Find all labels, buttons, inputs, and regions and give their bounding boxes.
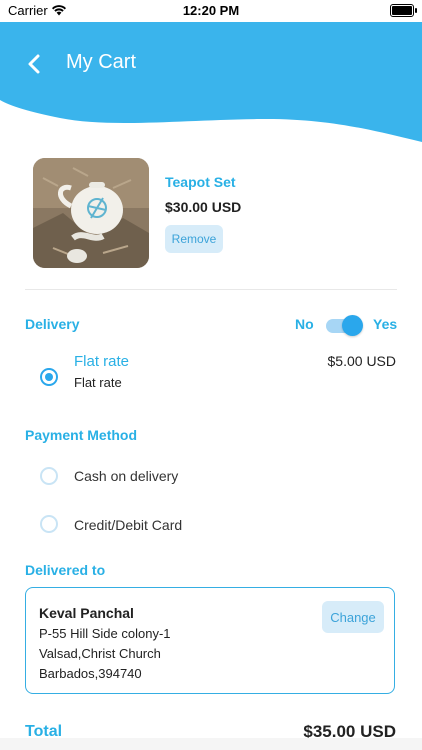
product-price: $30.00 USD <box>165 199 242 215</box>
recipient-name: Keval Panchal <box>39 605 134 621</box>
page-title: My Cart <box>66 51 136 73</box>
address-card: Keval Panchal P-55 Hill Side colony-1 Va… <box>25 587 395 694</box>
battery-icon <box>390 4 417 17</box>
clock: 12:20 PM <box>182 3 240 18</box>
flat-rate-title[interactable]: Flat rate <box>74 353 129 370</box>
address-line: P-55 Hill Side colony-1 <box>39 626 171 641</box>
cash-on-delivery-radio[interactable] <box>40 467 58 485</box>
header-wave-background <box>0 22 422 142</box>
toggle-yes-label: Yes <box>373 316 398 332</box>
credit-card-radio[interactable] <box>40 515 58 533</box>
toggle-no-label: No <box>295 316 314 332</box>
delivered-to-label: Delivered to <box>25 562 106 578</box>
divider <box>25 289 397 290</box>
cart-item: Teapot Set $30.00 USD Remove <box>33 158 397 270</box>
delivery-label: Delivery <box>25 316 80 332</box>
flat-rate-price: $5.00 USD <box>327 353 396 369</box>
remove-button[interactable]: Remove <box>165 225 223 253</box>
cash-on-delivery-label[interactable]: Cash on delivery <box>74 468 178 484</box>
product-image <box>33 158 149 268</box>
flat-rate-subtitle: Flat rate <box>74 375 122 390</box>
credit-card-label[interactable]: Credit/Debit Card <box>74 517 182 533</box>
payment-method-label: Payment Method <box>25 427 138 443</box>
delivery-toggle[interactable] <box>326 314 364 336</box>
app-header: My Cart <box>0 22 422 144</box>
product-name[interactable]: Teapot Set <box>165 174 236 190</box>
address-line: Valsad,Christ Church <box>39 646 161 661</box>
change-address-button[interactable]: Change <box>322 601 384 633</box>
chevron-left-icon <box>28 54 40 74</box>
address-line: Barbados,394740 <box>39 666 142 681</box>
bottom-bar <box>0 738 422 750</box>
flat-rate-radio[interactable] <box>40 368 58 386</box>
toggle-knob <box>342 315 363 336</box>
status-bar: Carrier 12:20 PM <box>0 0 422 22</box>
back-button[interactable] <box>22 51 48 77</box>
